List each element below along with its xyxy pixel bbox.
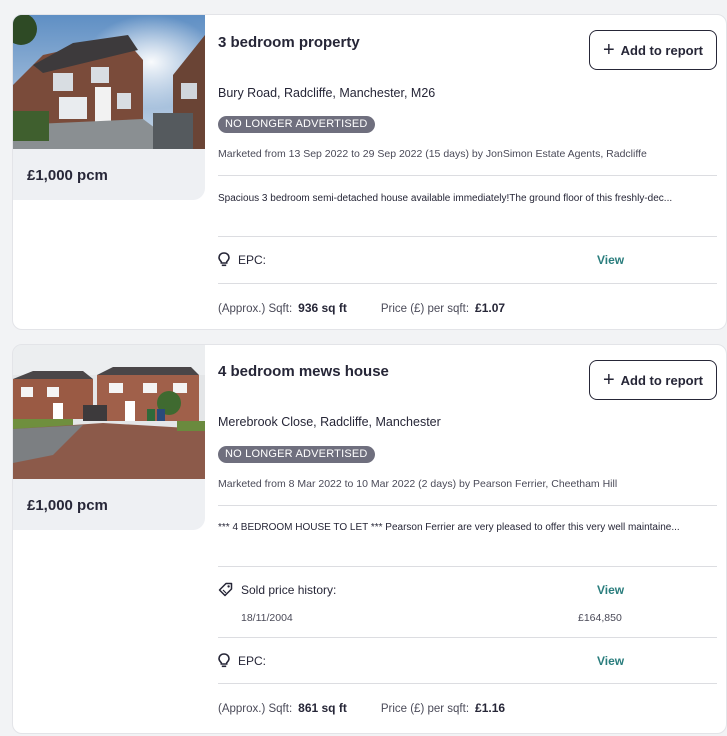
epc-row: EPC: bbox=[218, 653, 266, 668]
property-photo[interactable] bbox=[13, 15, 205, 149]
divider bbox=[218, 683, 717, 684]
sold-price: £164,850 bbox=[578, 612, 622, 624]
add-to-report-button[interactable]: + Add to report bbox=[589, 30, 717, 70]
plus-icon: + bbox=[602, 369, 615, 391]
add-to-report-label: Add to report bbox=[620, 372, 703, 388]
lightbulb-icon bbox=[218, 653, 230, 668]
epc-view-link[interactable]: View bbox=[597, 654, 624, 668]
listing-title[interactable]: 4 bedroom mews house bbox=[218, 363, 389, 380]
listing-details: 4 bedroom mews house + Add to report Mer… bbox=[218, 345, 726, 733]
sold-history-view-link[interactable]: View bbox=[597, 583, 624, 597]
price-per-sqft-value: £1.16 bbox=[475, 701, 506, 715]
sqft-label: (Approx.) Sqft: bbox=[218, 703, 293, 715]
epc-row: EPC: bbox=[218, 252, 266, 267]
rent-price: £1,000 pcm bbox=[27, 497, 108, 514]
listing-card[interactable]: £1,000 pcm 3 bedroom property + Add to r… bbox=[12, 14, 727, 330]
lightbulb-icon bbox=[218, 252, 230, 267]
epc-label: EPC: bbox=[238, 653, 267, 668]
listing-title[interactable]: 3 bedroom property bbox=[218, 34, 360, 51]
rent-price: £1,000 pcm bbox=[27, 167, 108, 184]
divider bbox=[218, 283, 717, 284]
status-badge: NO LONGER ADVERTISED bbox=[218, 446, 375, 463]
sold-history-label: Sold price history: bbox=[241, 582, 337, 597]
price-per-sqft-label: Price (£) per sqft: bbox=[380, 703, 470, 715]
epc-label: EPC: bbox=[238, 252, 267, 267]
divider bbox=[218, 566, 717, 567]
listing-address: Merebrook Close, Radcliffe, Manchester bbox=[218, 415, 441, 429]
sqft-label: (Approx.) Sqft: bbox=[218, 303, 293, 315]
sqft-value: 861 sq ft bbox=[298, 701, 347, 715]
size-row: (Approx.) Sqft: 936 sq ft Price (£) per … bbox=[218, 301, 505, 315]
price-tag-icon bbox=[218, 582, 233, 597]
sold-history-row: Sold price history: bbox=[218, 582, 336, 597]
listing-description: *** 4 BEDROOM HOUSE TO LET *** Pearson F… bbox=[218, 522, 680, 533]
divider bbox=[218, 236, 717, 237]
marketed-info: Marketed from 13 Sep 2022 to 29 Sep 2022… bbox=[218, 148, 647, 160]
divider bbox=[218, 175, 717, 176]
listing-details: 3 bedroom property + Add to report Bury … bbox=[218, 15, 726, 329]
marketed-info: Marketed from 8 Mar 2022 to 10 Mar 2022 … bbox=[218, 478, 618, 490]
epc-view-link[interactable]: View bbox=[597, 253, 624, 267]
divider bbox=[218, 637, 717, 638]
listing-media: £1,000 pcm bbox=[13, 345, 205, 530]
listing-card[interactable]: £1,000 pcm 4 bedroom mews house + Add to… bbox=[12, 344, 727, 734]
add-to-report-label: Add to report bbox=[620, 42, 703, 58]
plus-icon: + bbox=[602, 39, 615, 61]
price-per-sqft-value: £1.07 bbox=[475, 301, 506, 315]
listing-media: £1,000 pcm bbox=[13, 15, 205, 200]
status-badge: NO LONGER ADVERTISED bbox=[218, 116, 375, 133]
listing-description: Spacious 3 bedroom semi-detached house a… bbox=[218, 193, 673, 204]
listing-address: Bury Road, Radcliffe, Manchester, M26 bbox=[218, 86, 436, 100]
sqft-value: 936 sq ft bbox=[298, 301, 347, 315]
property-photo[interactable] bbox=[13, 345, 205, 479]
price-per-sqft-label: Price (£) per sqft: bbox=[380, 303, 470, 315]
sold-date: 18/11/2004 bbox=[241, 612, 293, 624]
add-to-report-button[interactable]: + Add to report bbox=[589, 360, 717, 400]
size-row: (Approx.) Sqft: 861 sq ft Price (£) per … bbox=[218, 701, 505, 715]
divider bbox=[218, 505, 717, 506]
